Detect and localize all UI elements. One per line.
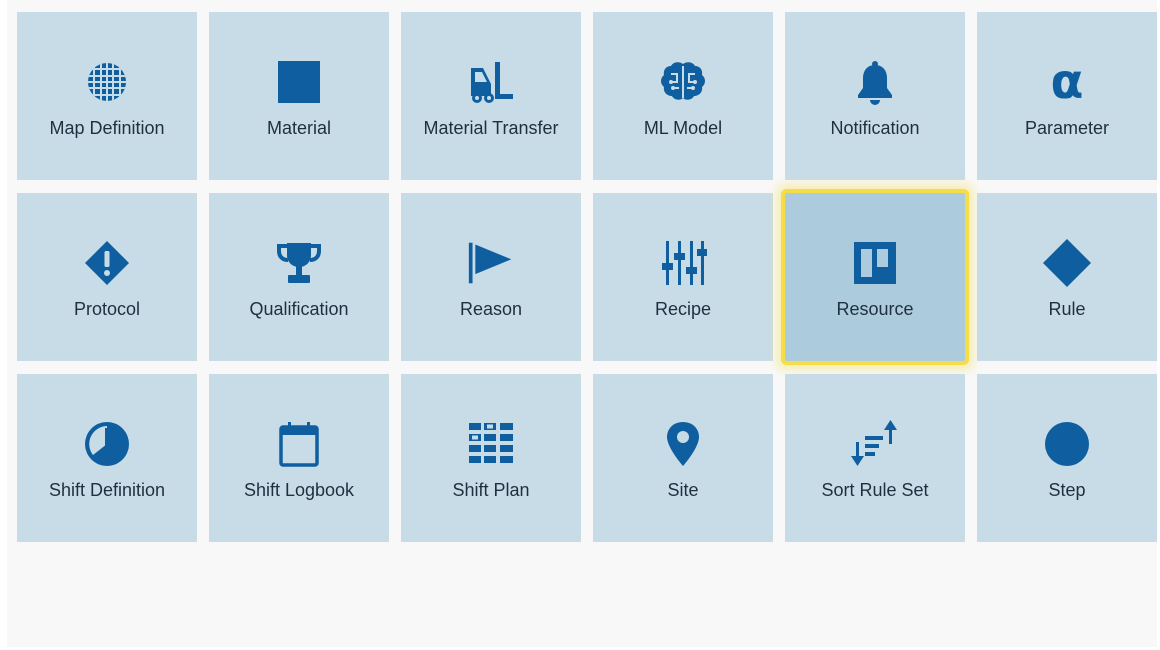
entity-type-grid: Map Definition Material Material Transfe…: [17, 12, 1157, 542]
tile-reason[interactable]: Reason: [401, 193, 581, 361]
map-grid-icon: [83, 58, 131, 106]
tile-label: Parameter: [1024, 118, 1110, 138]
tile-recipe[interactable]: Recipe: [593, 193, 773, 361]
tile-label: Shift Logbook: [243, 480, 355, 500]
grid-plan-icon: [467, 420, 515, 468]
circle-icon: [1043, 420, 1091, 468]
map-pin-icon: [659, 420, 707, 468]
tile-material[interactable]: Material: [209, 12, 389, 180]
sort-list-icon: [851, 420, 899, 468]
square-icon: [275, 58, 323, 106]
tile-label: Site: [667, 480, 699, 500]
tile-rule[interactable]: Rule: [977, 193, 1157, 361]
alpha-icon: α: [1043, 58, 1091, 106]
tile-label: Resource: [836, 299, 914, 319]
tile-label: Map Definition: [49, 118, 165, 138]
bell-icon: [851, 58, 899, 106]
tile-step[interactable]: Step: [977, 374, 1157, 542]
tile-label: Rule: [1048, 299, 1086, 319]
kanban-board-icon: [851, 239, 899, 287]
tile-label: Step: [1048, 480, 1086, 500]
forklift-icon: [467, 58, 515, 106]
diamond-icon: [1043, 239, 1091, 287]
entity-type-panel: Map Definition Material Material Transfe…: [7, 0, 1157, 647]
tile-shift-logbook[interactable]: Shift Logbook: [209, 374, 389, 542]
flag-icon: [467, 239, 515, 287]
tile-qualification[interactable]: Qualification: [209, 193, 389, 361]
tile-parameter[interactable]: α Parameter: [977, 12, 1157, 180]
tile-shift-plan[interactable]: Shift Plan: [401, 374, 581, 542]
tile-label: Notification: [830, 118, 920, 138]
tile-label: Shift Definition: [48, 480, 166, 500]
tile-ml-model[interactable]: ML Model: [593, 12, 773, 180]
tile-label: Protocol: [73, 299, 141, 319]
tile-label: ML Model: [643, 118, 723, 138]
tile-label: Material: [266, 118, 332, 138]
clock-icon: [83, 420, 131, 468]
tile-label: Material Transfer: [423, 118, 559, 138]
tile-map-definition[interactable]: Map Definition: [17, 12, 197, 180]
tile-label: Shift Plan: [452, 480, 530, 500]
calendar-icon: [275, 420, 323, 468]
tile-shift-definition[interactable]: Shift Definition: [17, 374, 197, 542]
sliders-icon: [659, 239, 707, 287]
diamond-exclamation-icon: [83, 239, 131, 287]
tile-site[interactable]: Site: [593, 374, 773, 542]
tile-label: Sort Rule Set: [821, 480, 929, 500]
brain-icon: [659, 58, 707, 106]
tile-label: Reason: [459, 299, 523, 319]
trophy-icon: [275, 239, 323, 287]
tile-sort-rule-set[interactable]: Sort Rule Set: [785, 374, 965, 542]
tile-material-transfer[interactable]: Material Transfer: [401, 12, 581, 180]
tile-label: Recipe: [654, 299, 712, 319]
tile-notification[interactable]: Notification: [785, 12, 965, 180]
svg-text:α: α: [1051, 58, 1084, 106]
tile-resource[interactable]: Resource: [785, 193, 965, 361]
tile-protocol[interactable]: Protocol: [17, 193, 197, 361]
tile-label: Qualification: [249, 299, 349, 319]
